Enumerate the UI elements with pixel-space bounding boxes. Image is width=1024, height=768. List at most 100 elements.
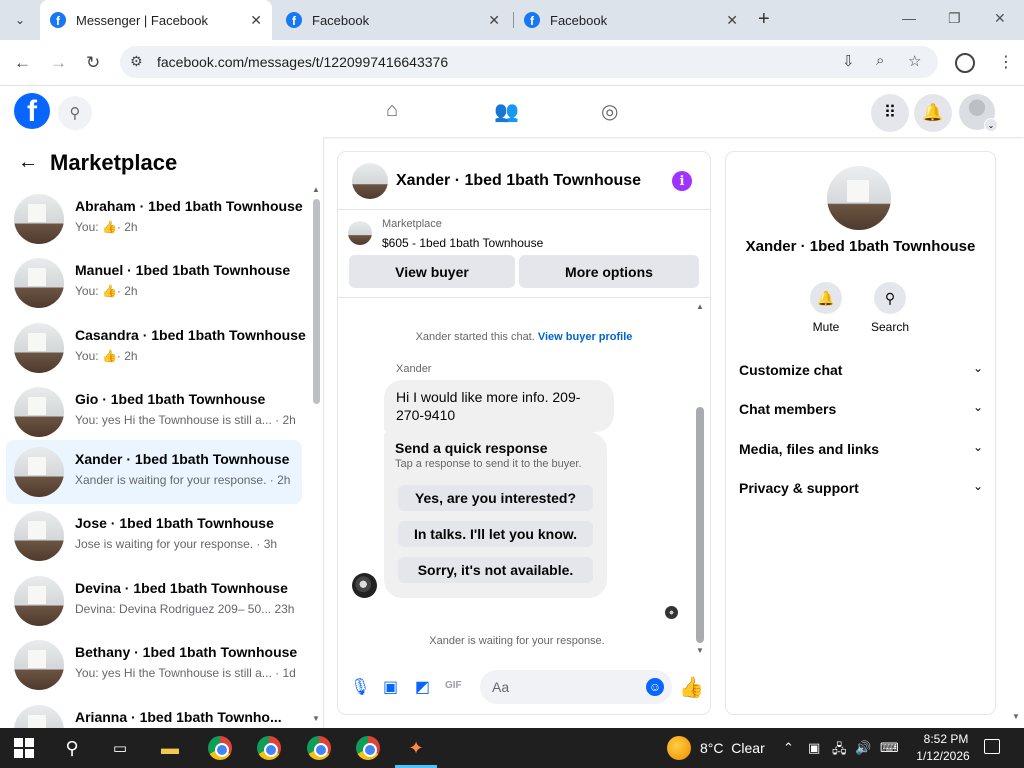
reload-icon[interactable]: ↻ xyxy=(86,53,100,73)
marketplace-conversation-list: ← Marketplace Abraham · 1bed 1bath Townh… xyxy=(0,137,324,728)
emoji-icon[interactable]: ☺ xyxy=(646,678,664,696)
tab-facebook-1[interactable]: f Facebook ✕ xyxy=(276,0,510,40)
windows-start-icon[interactable] xyxy=(14,738,34,758)
chat-title[interactable]: Xander · 1bed 1bath Townhouse xyxy=(396,172,641,190)
message-input[interactable]: Aa ☺ xyxy=(480,670,672,704)
home-icon[interactable]: ⌂ xyxy=(386,99,398,122)
scroll-down-arrow-icon[interactable]: ▼ xyxy=(312,714,320,723)
weather-readout[interactable]: 8°C Clear xyxy=(700,740,765,756)
chat-started-notice: Xander started this chat. View buyer pro… xyxy=(415,331,633,343)
clock-time[interactable]: 8:52 PM xyxy=(918,732,974,746)
quick-response-button[interactable]: Sorry, it's not available. xyxy=(398,557,593,583)
search-icon[interactable]: ⚲ xyxy=(60,736,84,760)
send-like-icon[interactable]: 👍 xyxy=(679,675,704,700)
customize-chat-row[interactable]: Customize chat ⌄ xyxy=(739,355,983,385)
site-info-icon[interactable]: ⚙ xyxy=(130,53,143,70)
chat-avatar[interactable] xyxy=(352,163,388,199)
privacy-support-row[interactable]: Privacy & support ⌄ xyxy=(739,473,983,503)
conversation-preview: Jose is waiting for your response. · 3h xyxy=(75,537,278,551)
conversation-item-selected[interactable]: Xander · 1bed 1bath Townhouse Xander is … xyxy=(6,440,302,504)
close-tab-icon[interactable]: ✕ xyxy=(250,12,262,29)
conversation-item[interactable]: Casandra · 1bed 1bath Townhouse You: 👍· … xyxy=(6,316,306,380)
conversation-item[interactable]: Arianna · 1bed 1bath Townho... xyxy=(6,698,302,728)
file-explorer-icon[interactable]: ▬ xyxy=(158,736,182,760)
tab-search-dropdown-icon[interactable]: ⌄ xyxy=(8,8,32,32)
notifications-bell-icon[interactable]: 🔔 xyxy=(914,94,952,132)
conversation-item[interactable]: Jose · 1bed 1bath Townhouse Jose is wait… xyxy=(6,504,302,568)
microphone-icon[interactable]: 🎙 xyxy=(350,677,370,697)
scroll-up-arrow-icon[interactable]: ▲ xyxy=(696,302,704,311)
close-tab-icon[interactable]: ✕ xyxy=(488,12,500,29)
zoom-icon[interactable]: ⌕ xyxy=(876,52,884,69)
address-bar[interactable]: ⚙ facebook.com/messages/t/12209974166433… xyxy=(120,46,938,78)
groups-icon[interactable]: ◎ xyxy=(601,99,618,124)
facebook-logo-icon[interactable]: f xyxy=(14,93,50,129)
page-scroll-down-icon[interactable]: ▼ xyxy=(1012,712,1020,721)
show-hidden-icons-chevron-icon[interactable]: ⌃ xyxy=(783,740,794,756)
more-options-button[interactable]: More options xyxy=(519,255,699,288)
sender-avatar[interactable] xyxy=(352,573,377,598)
scroll-up-arrow-icon[interactable]: ▲ xyxy=(312,185,320,194)
chrome-profile-3-icon[interactable] xyxy=(307,736,331,760)
listing-price-title[interactable]: $605 - 1bed 1bath Townhouse xyxy=(382,236,543,250)
install-app-icon[interactable]: ⇩ xyxy=(842,52,855,70)
listing-thumbnail xyxy=(14,705,64,728)
menu-grid-icon[interactable]: ⠿ xyxy=(871,94,909,132)
back-icon[interactable]: ← xyxy=(14,53,31,73)
conversation-info-icon[interactable]: i xyxy=(672,171,692,191)
scroll-down-arrow-icon[interactable]: ▼ xyxy=(696,646,704,655)
chat-members-row[interactable]: Chat members ⌄ xyxy=(739,394,983,424)
meet-now-icon[interactable]: ▣ xyxy=(808,740,820,756)
gif-icon[interactable]: GIF xyxy=(445,680,462,691)
listing-thumbnail xyxy=(14,511,64,561)
search-conversation-button[interactable]: ⚲ Search xyxy=(860,282,920,334)
network-icon[interactable]: 🖧 xyxy=(832,740,847,762)
restore-icon[interactable]: ❐ xyxy=(948,10,961,27)
photo-icon[interactable]: ▣ xyxy=(383,677,398,697)
forward-icon[interactable]: → xyxy=(50,53,67,73)
browser-menu-icon[interactable]: ⋮ xyxy=(998,52,1014,72)
conversation-name: Bethany · 1bed 1bath Townhouse xyxy=(75,644,298,660)
account-avatar[interactable]: ⌄ xyxy=(959,94,998,132)
notification-center-icon[interactable] xyxy=(984,739,1000,754)
conversation-item[interactable]: Devina · 1bed 1bath Townhouse Devina: De… xyxy=(6,569,302,633)
active-app-icon[interactable]: ✦ xyxy=(404,736,428,760)
keyboard-icon[interactable]: ⌨ xyxy=(880,740,899,756)
volume-icon[interactable]: 🔊 xyxy=(855,740,871,756)
tab-messenger[interactable]: f Messenger | Facebook ✕ xyxy=(40,0,272,40)
conversation-item[interactable]: Manuel · 1bed 1bath Townhouse You: 👍· 2h xyxy=(6,251,302,315)
browser-toolbar: ← → ↻ ⚙ facebook.com/messages/t/12209974… xyxy=(0,40,1024,86)
quick-response-button[interactable]: Yes, are you interested? xyxy=(398,485,593,511)
clock-date[interactable]: 1/12/2026 xyxy=(912,749,974,763)
quick-response-button[interactable]: In talks. I'll let you know. xyxy=(398,521,593,547)
browser-profile-icon[interactable] xyxy=(955,53,975,73)
weather-icon[interactable] xyxy=(667,736,691,760)
chrome-profile-4-icon[interactable] xyxy=(356,736,380,760)
conversation-item[interactable]: Gio · 1bed 1bath Townhouse You: yes Hi t… xyxy=(6,380,302,444)
task-view-icon[interactable]: ▭ xyxy=(108,736,132,760)
friends-icon[interactable]: 👥 xyxy=(494,99,519,124)
conversation-item[interactable]: Abraham · 1bed 1bath Townhouse You: 👍· 2… xyxy=(6,187,303,251)
listing-thumbnail xyxy=(14,447,64,497)
new-tab-icon[interactable]: + xyxy=(758,8,770,31)
conversation-item[interactable]: Bethany · 1bed 1bath Townhouse You: yes … xyxy=(6,633,302,697)
chevron-down-icon: ⌄ xyxy=(972,400,983,414)
view-buyer-profile-link[interactable]: View buyer profile xyxy=(538,331,633,343)
conversation-preview: You: 👍· 2h xyxy=(75,284,138,298)
minimize-icon[interactable]: — xyxy=(902,10,916,26)
back-arrow-icon[interactable]: ← xyxy=(18,151,38,174)
chrome-profile-1-icon[interactable] xyxy=(208,736,232,760)
conversation-list-scrollbar[interactable] xyxy=(313,199,320,404)
search-icon: ⚲ xyxy=(874,282,906,314)
sticker-icon[interactable]: ◩ xyxy=(415,677,430,697)
view-buyer-button[interactable]: View buyer xyxy=(349,255,515,288)
mute-button[interactable]: 🔔 Mute xyxy=(796,282,856,334)
chrome-profile-2-icon[interactable] xyxy=(257,736,281,760)
bookmark-star-icon[interactable]: ☆ xyxy=(908,52,921,70)
chat-scrollbar[interactable] xyxy=(696,407,704,643)
tab-facebook-2[interactable]: f Facebook ✕ xyxy=(514,0,748,40)
facebook-search-icon[interactable]: ⚲ xyxy=(58,96,92,130)
close-tab-icon[interactable]: ✕ xyxy=(726,12,738,29)
close-window-icon[interactable]: ✕ xyxy=(994,10,1006,27)
media-files-links-row[interactable]: Media, files and links ⌄ xyxy=(739,434,983,464)
